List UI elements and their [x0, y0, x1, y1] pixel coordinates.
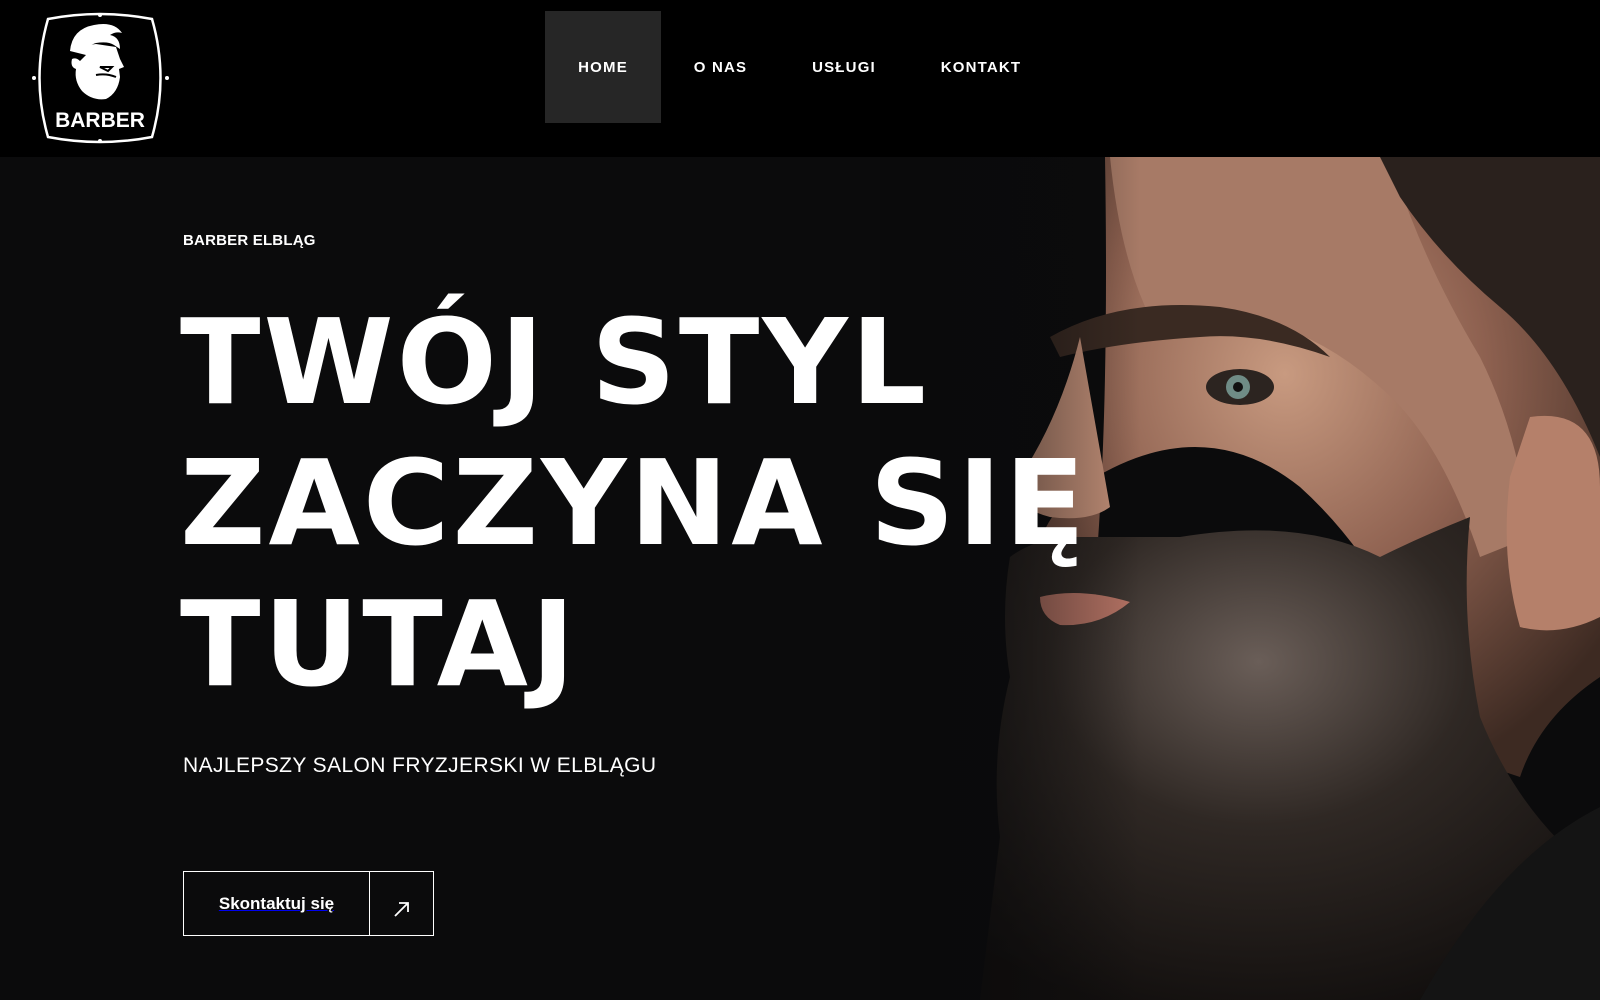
hero-eyebrow: BARBER ELBLĄG: [183, 232, 316, 249]
nav-item-o-nas[interactable]: O NAS: [661, 11, 780, 123]
hero-headline: TWÓJ STYL ZACZYNA SIĘ TUTAJ: [180, 292, 1089, 715]
contact-button[interactable]: Skontaktuj się: [183, 871, 434, 936]
hero-section: BARBER ELBLĄG TWÓJ STYL ZACZYNA SIĘ TUTA…: [0, 157, 1600, 1000]
main-nav: HOME O NAS USŁUGI KONTAKT: [545, 11, 1054, 123]
headline-line-1: TWÓJ STYL: [180, 293, 930, 431]
site-header: BARBER HOME O NAS USŁUGI KONTAKT: [0, 0, 1600, 157]
arrow-up-right-icon: [370, 872, 433, 935]
bearded-man-head-logo-icon: BARBER: [32, 12, 169, 144]
contact-button-label: Skontaktuj się: [184, 872, 370, 935]
headline-line-2: ZACZYNA SIĘ: [180, 434, 1089, 572]
headline-line-3: TUTAJ: [180, 575, 578, 713]
logo-text: BARBER: [55, 109, 145, 132]
barber-logo[interactable]: BARBER: [30, 11, 171, 145]
nav-item-uslugi[interactable]: USŁUGI: [780, 11, 908, 123]
nav-item-home[interactable]: HOME: [545, 11, 661, 123]
nav-item-kontakt[interactable]: KONTAKT: [908, 11, 1054, 123]
hero-subline: NAJLEPSZY SALON FRYZJERSKI W ELBLĄGU: [183, 754, 657, 777]
